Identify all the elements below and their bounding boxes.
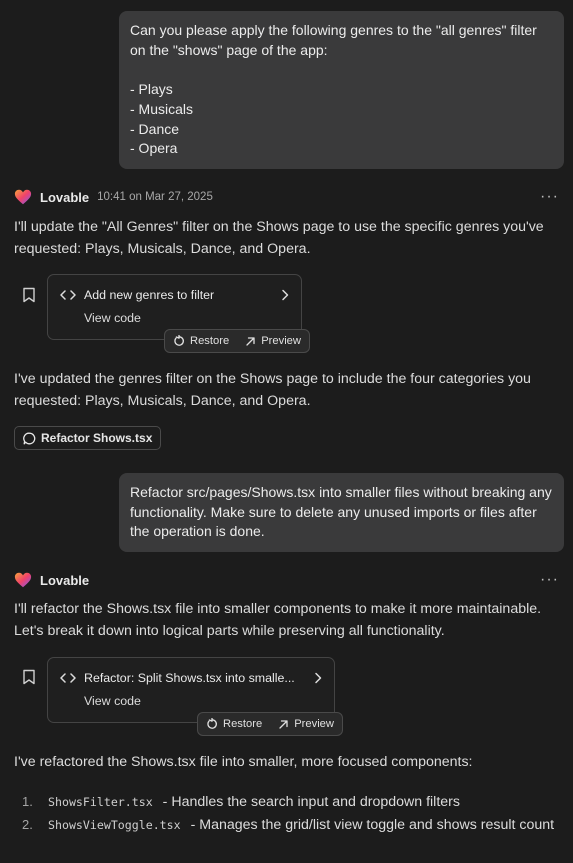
restore-label: Restore xyxy=(223,718,263,730)
view-code-link[interactable]: View code xyxy=(84,311,141,325)
chat-bubble-icon xyxy=(23,432,36,444)
suggestion-chip[interactable]: Refactor Shows.tsx xyxy=(14,426,162,450)
file-description: - Manages the grid/list view toggle and … xyxy=(190,816,555,833)
user-message-bubble: Can you please apply the following genre… xyxy=(119,11,564,169)
arrow-up-right-icon xyxy=(246,336,255,346)
restore-button[interactable]: Restore xyxy=(165,330,237,352)
message-timestamp: 10:41 on Mar 27, 2025 xyxy=(97,191,213,203)
restore-button[interactable]: Restore xyxy=(198,713,270,735)
card-title: Refactor: Split Shows.tsx into smalle... xyxy=(84,671,295,685)
lovable-heart-icon xyxy=(14,572,32,588)
assistant-name: Lovable xyxy=(40,189,90,205)
user-message-text: Refactor src/pages/Shows.tsx into smalle… xyxy=(130,484,552,540)
refactor-file-list: 1. ShowsFilter.tsx - Handles the search … xyxy=(22,791,559,836)
assistant-outro-text: I've refactored the Shows.tsx file into … xyxy=(14,754,473,770)
code-brackets-icon xyxy=(60,673,76,683)
bookmark-icon[interactable] xyxy=(22,287,36,303)
assistant-intro-text: I'll update the "All Genres" filter on t… xyxy=(14,219,544,257)
list-number: 2. xyxy=(22,816,33,832)
chat-page: Can you please apply the following genre… xyxy=(0,0,573,863)
code-brackets-icon xyxy=(60,290,76,300)
user-message-text: Can you please apply the following genre… xyxy=(130,22,537,157)
preview-button[interactable]: Preview xyxy=(237,330,309,352)
chip-label: Refactor Shows.tsx xyxy=(41,431,153,445)
arrow-up-right-icon xyxy=(279,719,288,729)
assistant-intro-text: I'll refactor the Shows.tsx file into sm… xyxy=(14,601,542,639)
card-title: Add new genres to filter xyxy=(84,288,215,302)
more-horizontal-icon[interactable]: ··· xyxy=(540,189,559,205)
list-item: 1. ShowsFilter.tsx - Handles the search … xyxy=(22,791,559,814)
chevron-right-icon[interactable] xyxy=(314,672,322,684)
assistant-header: Lovable 10:41 on Mar 27, 2025 ··· xyxy=(14,187,559,207)
card-title-row: Add new genres to filter xyxy=(60,287,289,303)
restore-icon xyxy=(207,718,217,729)
preview-label: Preview xyxy=(261,335,301,347)
user-message-bubble: Refactor src/pages/Shows.tsx into smalle… xyxy=(119,473,564,553)
view-code-link[interactable]: View code xyxy=(84,694,141,708)
file-description: - Handles the search input and dropdown … xyxy=(162,794,460,810)
assistant-header: Lovable ··· xyxy=(14,570,559,590)
assistant-name: Lovable xyxy=(40,572,90,588)
assistant-outro-text: I've updated the genres filter on the Sh… xyxy=(14,371,531,409)
file-name: ShowsFilter.tsx xyxy=(48,795,153,809)
lovable-heart-icon xyxy=(14,189,32,205)
chevron-right-icon[interactable] xyxy=(281,289,289,301)
card-actions: Restore Preview xyxy=(197,712,343,736)
card-actions: Restore Preview xyxy=(164,329,310,353)
card-title-row: Refactor: Split Shows.tsx into smalle... xyxy=(60,670,322,686)
preview-button[interactable]: Preview xyxy=(270,713,342,735)
preview-label: Preview xyxy=(294,718,334,730)
more-horizontal-icon[interactable]: ··· xyxy=(540,572,559,588)
list-number: 1. xyxy=(22,794,33,809)
restore-label: Restore xyxy=(190,335,230,347)
list-item: 2. ShowsViewToggle.tsx - Manages the gri… xyxy=(22,814,559,837)
restore-icon xyxy=(174,335,184,346)
bookmark-icon[interactable] xyxy=(22,669,36,685)
file-name: ShowsViewToggle.tsx xyxy=(48,817,181,832)
